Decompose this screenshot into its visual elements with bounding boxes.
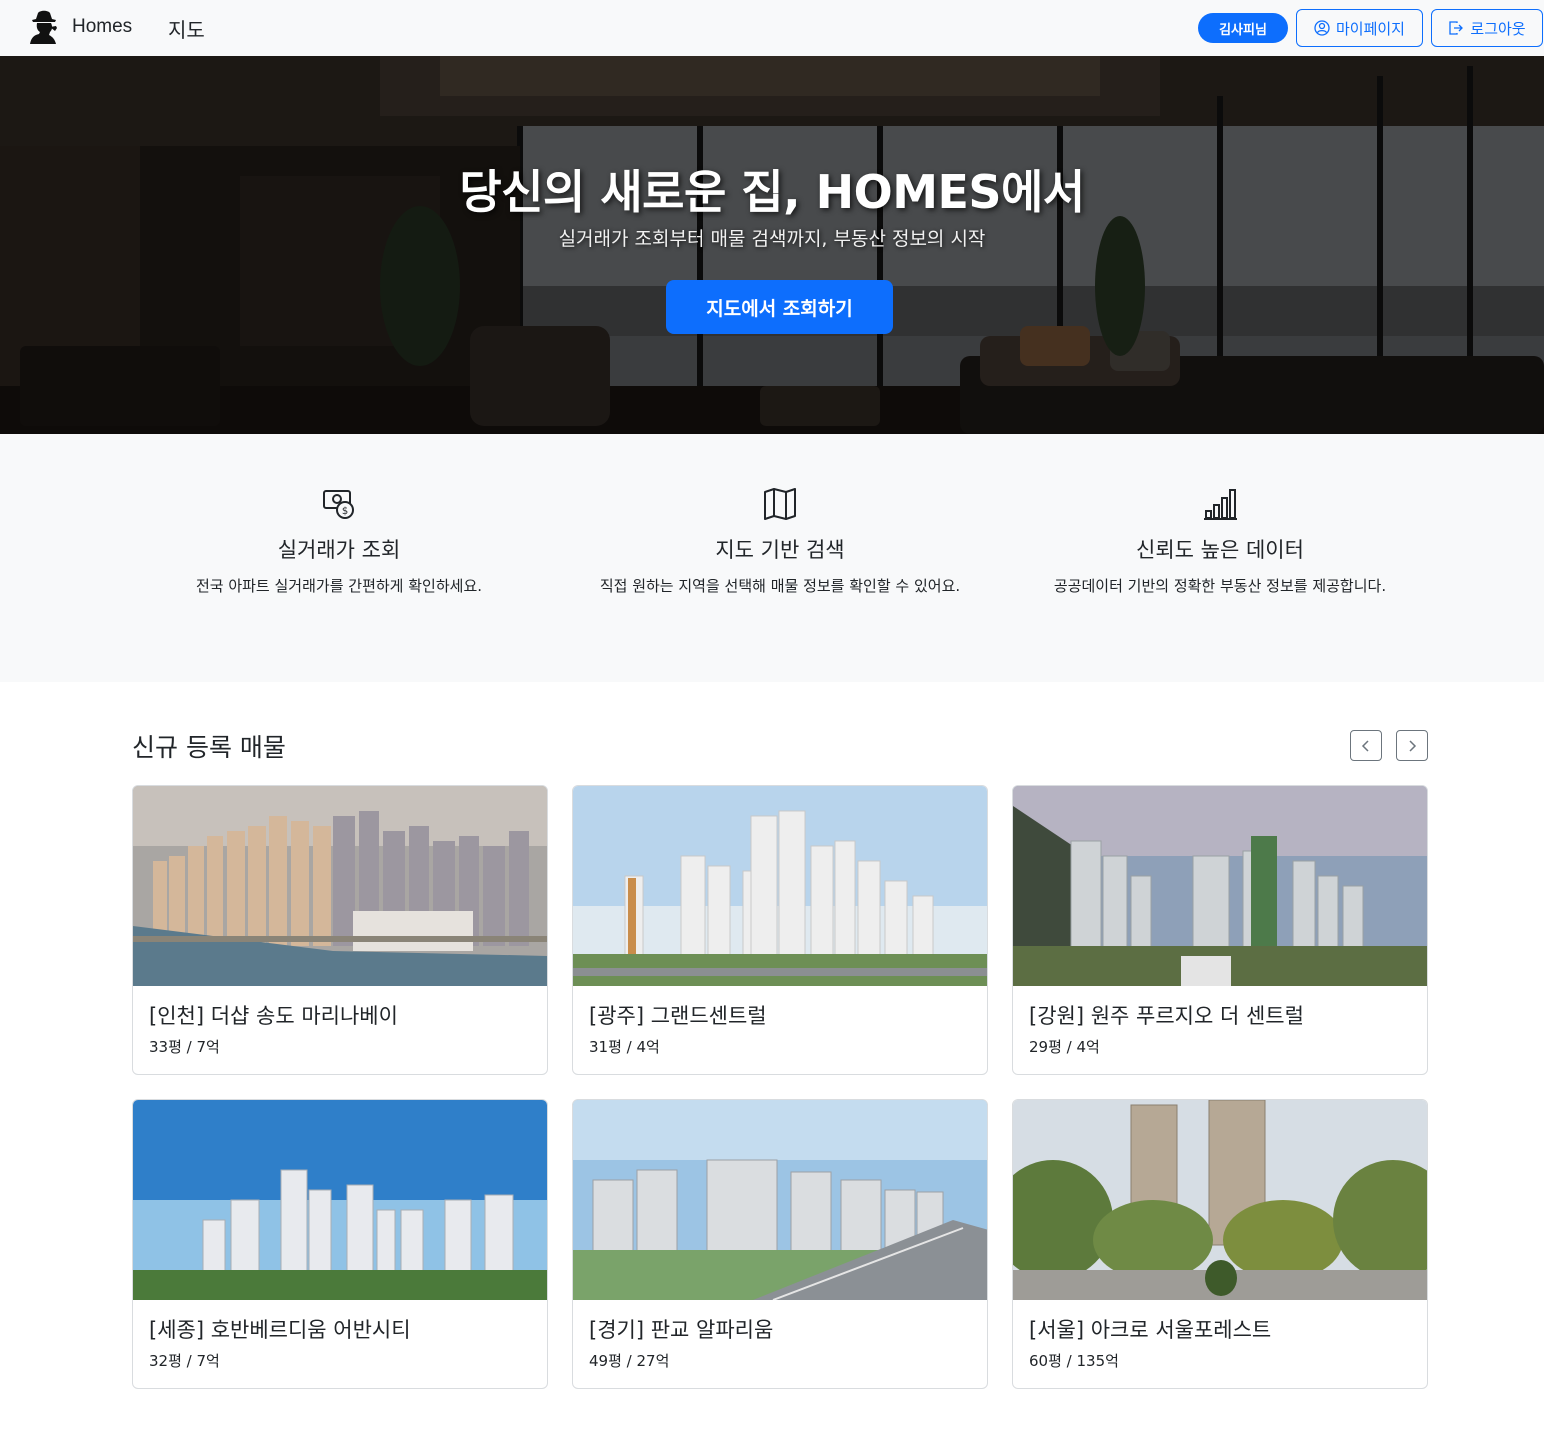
listing-card[interactable]: [광주] 그랜드센트럴 31평 / 4억 (572, 785, 988, 1075)
listing-title: [경기] 판교 알파리움 (589, 1318, 774, 1342)
listing-photo (1013, 786, 1427, 986)
feature-desc: 직접 원하는 지역을 선택해 매물 정보를 확인할 수 있어요. (599, 577, 961, 595)
user-badge: 김사피님 (1198, 13, 1288, 43)
feature-reliable-data: 신뢰도 높은 데이터 공공데이터 기반의 정확한 부동산 정보를 제공합니다. (1015, 486, 1425, 598)
map-icon (764, 488, 796, 520)
box-arrow-right-icon (1449, 21, 1464, 35)
listing-card[interactable]: [세종] 호반베르디움 어반시티 32평 / 7억 (132, 1099, 548, 1389)
listing-card[interactable]: [강원] 원주 푸르지오 더 센트럴 29평 / 4억 (1012, 785, 1428, 1075)
listing-meta: 31평 / 4억 (589, 1038, 660, 1056)
listing-title: [강원] 원주 푸르지오 더 센트럴 (1029, 1004, 1304, 1028)
listing-meta: 60평 / 135억 (1029, 1352, 1119, 1370)
hero-banner: 당신의 새로운 집, HOMES에서 실거래가 조회부터 매물 검색까지, 부동… (0, 56, 1544, 434)
hero-title: 당신의 새로운 집, HOMES에서 (459, 165, 1085, 219)
feature-desc: 전국 아파트 실거래가를 간편하게 확인하세요. (195, 577, 483, 595)
listing-card[interactable]: [경기] 판교 알파리움 49평 / 27억 (572, 1099, 988, 1389)
listing-photo (133, 1100, 547, 1300)
search-on-map-button[interactable]: 지도에서 조회하기 (666, 280, 893, 334)
navbar: Homes 지도 김사피님 마이페이지 로그아웃 (0, 0, 1544, 56)
listing-meta: 33평 / 7억 (149, 1038, 220, 1056)
listing-photo (573, 1100, 987, 1300)
listing-title: [인천] 더샵 송도 마리나베이 (149, 1004, 398, 1028)
svg-text:$: $ (342, 506, 348, 517)
listing-meta: 32평 / 7억 (149, 1352, 220, 1370)
carousel-next-button[interactable] (1396, 730, 1428, 761)
listing-card[interactable]: [인천] 더샵 송도 마리나베이 33평 / 7억 (132, 785, 548, 1075)
mypage-label: 마이페이지 (1335, 19, 1405, 38)
cash-coin-icon: $ (323, 490, 354, 519)
carousel-prev-button[interactable] (1350, 730, 1382, 761)
feature-desc: 공공데이터 기반의 정확한 부동산 정보를 제공합니다. (1053, 577, 1387, 595)
feature-map-search: 지도 기반 검색 직접 원하는 지역을 선택해 매물 정보를 확인할 수 있어요… (575, 486, 985, 598)
logout-button[interactable]: 로그아웃 (1431, 9, 1543, 47)
listing-title: [세종] 호반베르디움 어반시티 (149, 1318, 411, 1342)
listing-card[interactable]: [서울] 아크로 서울포레스트 60평 / 135억 (1012, 1099, 1428, 1389)
listing-title: [광주] 그랜드센트럴 (589, 1004, 767, 1028)
nav-link-map[interactable]: 지도 (168, 14, 205, 43)
feature-title: 실거래가 조회 (277, 538, 401, 562)
chevron-left-icon (1361, 739, 1369, 752)
feature-title: 지도 기반 검색 (715, 538, 845, 562)
listing-title: [서울] 아크로 서울포레스트 (1029, 1318, 1272, 1342)
listing-photo (1013, 1100, 1427, 1300)
listing-photo (573, 786, 987, 986)
listing-meta: 29평 / 4억 (1029, 1038, 1100, 1056)
bar-chart-icon (1204, 489, 1237, 520)
listing-meta: 49평 / 27억 (589, 1352, 670, 1370)
detective-silhouette-icon (30, 10, 57, 44)
hero-subtitle: 실거래가 조회부터 매물 검색까지, 부동산 정보의 시작 (558, 228, 986, 250)
brand-name: Homes (72, 16, 133, 37)
logout-label: 로그아웃 (1470, 19, 1526, 38)
person-circle-icon (1314, 20, 1330, 36)
feature-price-lookup: $ 실거래가 조회 전국 아파트 실거래가를 간편하게 확인하세요. (134, 486, 544, 598)
brand-link[interactable]: Homes (28, 10, 132, 44)
features-section: $ 실거래가 조회 전국 아파트 실거래가를 간편하게 확인하세요. 지도 기반… (0, 434, 1544, 682)
mypage-button[interactable]: 마이페이지 (1296, 9, 1423, 47)
listing-photo (133, 786, 547, 986)
listings-heading: 신규 등록 매물 (132, 733, 286, 762)
feature-title: 신뢰도 높은 데이터 (1136, 538, 1304, 562)
chevron-right-icon (1409, 739, 1417, 752)
